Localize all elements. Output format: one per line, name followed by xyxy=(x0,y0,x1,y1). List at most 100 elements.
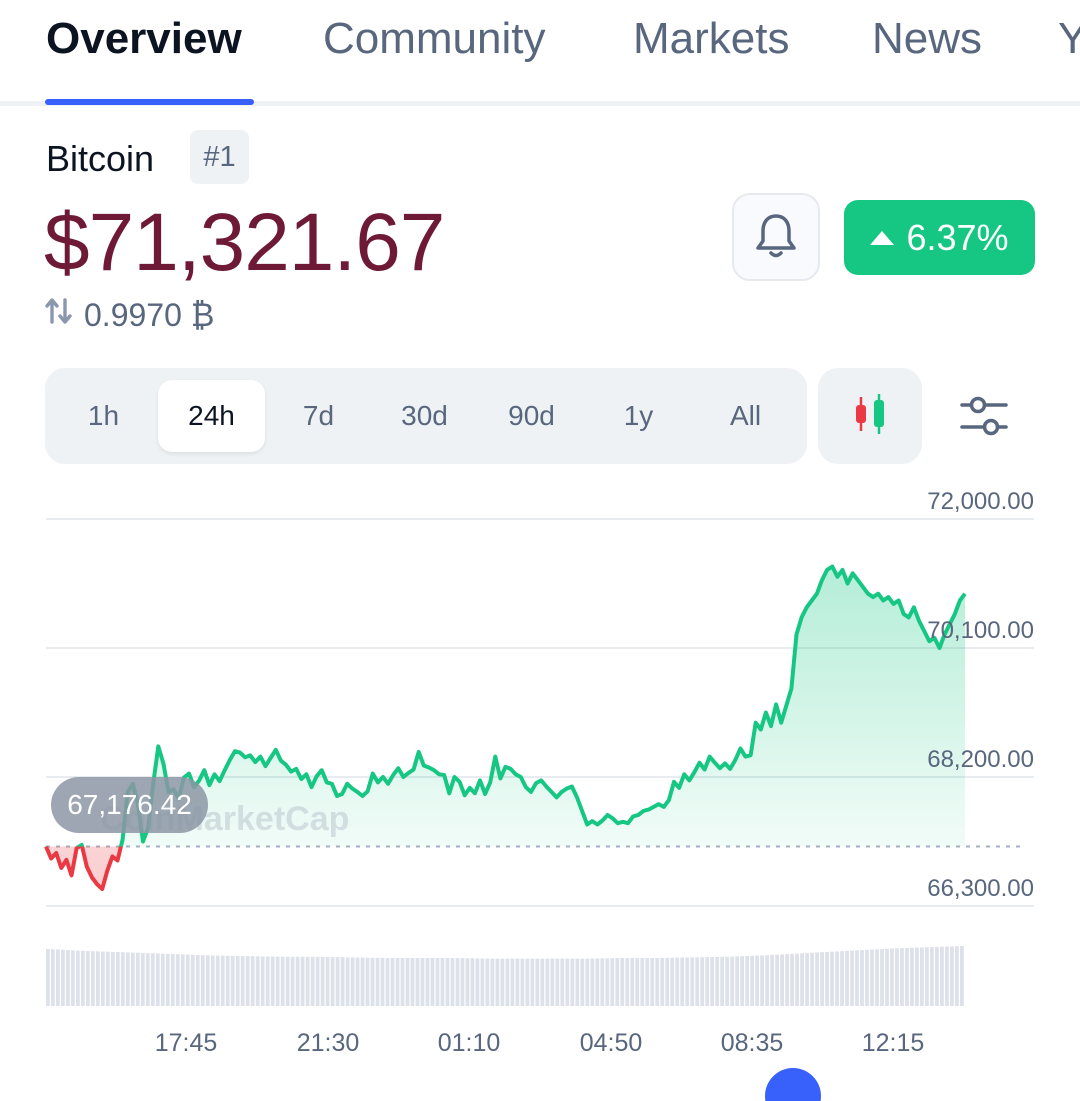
volume-bar xyxy=(315,956,320,1006)
volume-bar xyxy=(295,956,300,1006)
range-24h[interactable]: 24h xyxy=(158,380,265,452)
volume-bar xyxy=(525,958,530,1006)
volume-bar xyxy=(560,958,565,1006)
volume-bar xyxy=(505,958,510,1006)
volume-bar xyxy=(375,957,380,1006)
volume-bar xyxy=(65,950,70,1006)
price-change-value: 6.37% xyxy=(906,216,1009,258)
x-tick-label: 01:10 xyxy=(438,1029,501,1057)
volume-bar xyxy=(545,958,550,1006)
volume-bar xyxy=(535,958,540,1006)
volume-bar xyxy=(935,946,939,1006)
volume-bar xyxy=(590,958,595,1006)
range-90d[interactable]: 90d xyxy=(478,380,585,452)
volume-bar xyxy=(880,949,884,1006)
volume-bar xyxy=(610,958,615,1006)
volume-bar xyxy=(46,949,50,1006)
range-all[interactable]: All xyxy=(692,380,799,452)
volume-bar xyxy=(820,952,824,1006)
volume-bar xyxy=(390,958,395,1006)
volume-bar xyxy=(680,957,685,1006)
volume-bar xyxy=(270,956,275,1006)
volume-bar xyxy=(305,956,310,1006)
volume-bar xyxy=(575,958,580,1006)
volume-bar xyxy=(415,958,420,1006)
sliders-icon xyxy=(958,390,1010,447)
volume-bar xyxy=(475,958,480,1006)
tab-markets[interactable]: Markets xyxy=(633,14,789,64)
y-tick-label: 70,100.00 xyxy=(927,617,1034,644)
range-7d[interactable]: 7d xyxy=(265,380,372,452)
volume-bar xyxy=(285,956,290,1006)
volume-bar xyxy=(670,957,675,1006)
volume-bar xyxy=(900,948,904,1006)
x-tick-label: 08:35 xyxy=(721,1029,784,1057)
volume-bar xyxy=(845,950,849,1006)
volume-bar xyxy=(665,957,670,1006)
volume-bar xyxy=(260,956,265,1006)
tab-overview[interactable]: Overview xyxy=(46,14,242,64)
volume-bar xyxy=(600,958,605,1006)
x-axis-labels: 17:45 21:30 01:10 04:50 08:35 12:15 xyxy=(155,1029,925,1057)
y-tick-label: 72,000.00 xyxy=(927,488,1034,515)
x-tick-label: 04:50 xyxy=(580,1029,643,1057)
price-alert-button[interactable] xyxy=(732,193,820,281)
candlestick-icon xyxy=(848,392,892,441)
volume-bar xyxy=(570,958,575,1006)
volume-bar xyxy=(320,956,325,1006)
tab-community[interactable]: Community xyxy=(323,14,546,64)
volume-bar xyxy=(300,956,305,1006)
x-tick-label: 17:45 xyxy=(155,1029,218,1057)
candlestick-toggle-button[interactable] xyxy=(818,368,922,464)
volume-bar xyxy=(715,956,720,1006)
volume-bar xyxy=(70,950,75,1006)
volume-bar xyxy=(520,958,525,1006)
volume-bar xyxy=(380,957,385,1006)
tab-news[interactable]: News xyxy=(872,14,982,64)
volume-bar xyxy=(870,949,874,1006)
volume-bar xyxy=(640,958,645,1006)
btc-conversion[interactable]: 0.9970 ₿ xyxy=(44,296,214,334)
volume-bar xyxy=(850,950,854,1006)
arrow-up-icon xyxy=(870,230,895,245)
volume-bar xyxy=(770,954,775,1006)
rank-badge: #1 xyxy=(190,130,249,184)
range-1y[interactable]: 1y xyxy=(585,380,692,452)
volume-bar xyxy=(90,951,95,1006)
volume-bar xyxy=(485,958,490,1006)
volume-bar xyxy=(410,958,415,1006)
y-tick-label: 68,200.00 xyxy=(927,746,1034,773)
volume-bar xyxy=(350,957,355,1006)
volume-bar xyxy=(125,952,130,1006)
volume-bar xyxy=(860,950,864,1006)
area-fill-above xyxy=(79,566,965,847)
volume-bar xyxy=(945,946,949,1006)
volume-bar xyxy=(180,954,185,1006)
volume-bar xyxy=(400,958,405,1006)
volume-bar xyxy=(615,958,620,1006)
volume-bar xyxy=(960,946,964,1006)
volume-bar xyxy=(690,957,695,1006)
volume-bar xyxy=(720,956,725,1006)
volume-bar xyxy=(800,953,804,1006)
tab-more[interactable]: Y xyxy=(1058,14,1080,64)
volume-bar xyxy=(740,956,745,1006)
chart-settings-button[interactable] xyxy=(944,378,1024,458)
volume-bar xyxy=(220,955,225,1006)
volume-bar xyxy=(135,952,140,1006)
volume-bar xyxy=(60,949,65,1006)
volume-bar xyxy=(875,949,879,1006)
volume-bar xyxy=(595,958,600,1006)
chart-area xyxy=(46,566,965,889)
volume-bar xyxy=(115,952,120,1006)
range-30d[interactable]: 30d xyxy=(371,380,478,452)
volume-bar xyxy=(50,949,55,1006)
volume-bar xyxy=(85,951,90,1006)
volume-bar xyxy=(700,957,705,1006)
volume-bar xyxy=(405,958,410,1006)
volume-bar xyxy=(555,958,560,1006)
volume-bar xyxy=(655,958,660,1006)
volume-bar xyxy=(675,957,680,1006)
volume-bar xyxy=(635,958,640,1006)
range-1h[interactable]: 1h xyxy=(50,380,157,452)
